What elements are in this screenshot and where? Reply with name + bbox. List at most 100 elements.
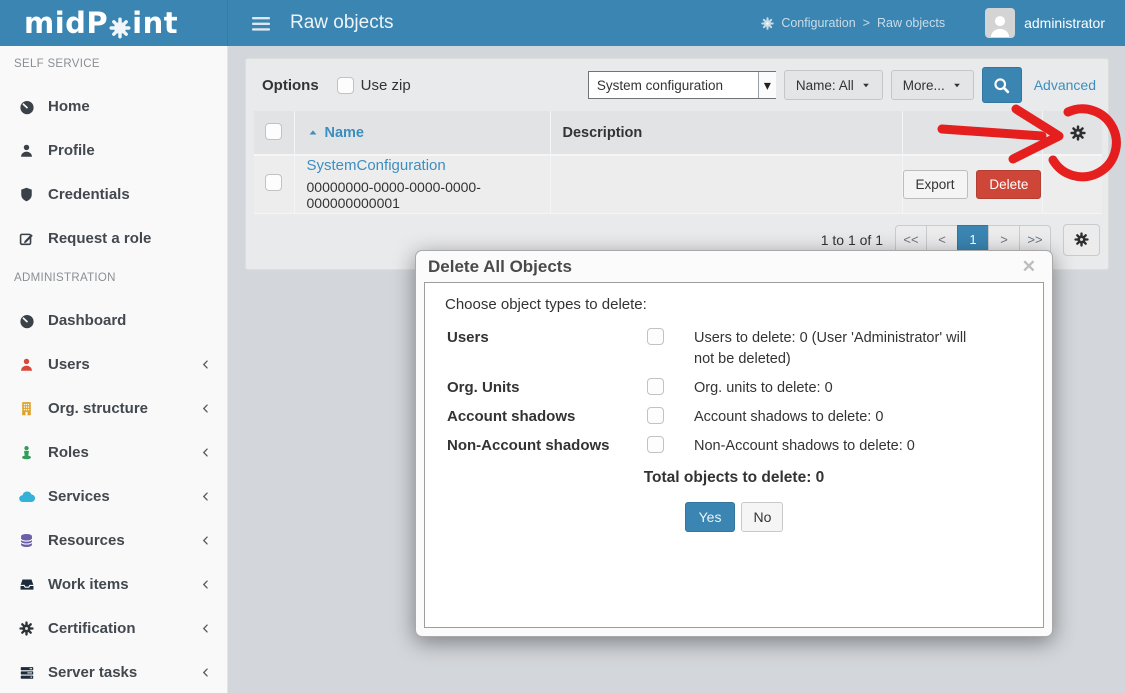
- select-all-checkbox[interactable]: [265, 123, 282, 140]
- name-header-label: Name: [325, 125, 365, 141]
- logo-gear-icon: [109, 9, 131, 43]
- delete-button[interactable]: Delete: [976, 170, 1041, 199]
- use-zip-checkbox[interactable]: [337, 77, 354, 94]
- advanced-search-link[interactable]: Advanced: [1034, 77, 1096, 93]
- sidebar-item-server-tasks[interactable]: Server tasks: [0, 650, 227, 693]
- table-settings-gear-icon[interactable]: [1070, 125, 1086, 141]
- description-column-header: Description: [550, 111, 902, 155]
- org-units-checkbox[interactable]: [647, 378, 664, 395]
- object-type-select[interactable]: System configuration: [588, 71, 776, 99]
- total-objects-text: Total objects to delete: 0: [445, 469, 1023, 487]
- sidebar-item-label: Home: [48, 98, 90, 115]
- account-shadows-checkbox[interactable]: [647, 407, 664, 424]
- avatar: [985, 8, 1015, 38]
- sidebar-item-label: Resources: [48, 532, 125, 549]
- more-filter-label: More...: [903, 78, 945, 93]
- caret-down-icon: [861, 80, 871, 90]
- non-account-shadows-label: Non-Account shadows: [447, 436, 647, 454]
- modal-content: Choose object types to delete: Users Use…: [424, 282, 1044, 628]
- sidebar-toggle-hamburger-icon[interactable]: [246, 9, 276, 37]
- sidebar-section-self-service: SELF SERVICE: [0, 46, 227, 84]
- sidebar-item-label: Profile: [48, 142, 95, 159]
- account-shadows-label: Account shadows: [447, 407, 647, 425]
- delete-row-org-units: Org. Units Org. units to delete: 0: [445, 378, 1023, 399]
- sidebar-item-credentials[interactable]: Credentials: [0, 172, 227, 216]
- sidebar-item-label: Org. structure: [48, 400, 148, 417]
- sidebar-item-services[interactable]: Services: [0, 474, 227, 518]
- more-filter-dropdown[interactable]: More...: [891, 70, 974, 100]
- sidebar-item-label: Server tasks: [48, 664, 137, 681]
- seal-icon: [18, 620, 35, 637]
- user-menu[interactable]: administrator: [985, 8, 1105, 38]
- delete-all-objects-modal: Delete All Objects ✕ Choose object types…: [415, 250, 1053, 637]
- midpoint-logo: midP int: [24, 3, 178, 43]
- building-icon: [18, 400, 35, 417]
- sidebar-item-label: Dashboard: [48, 312, 126, 329]
- sidebar-item-label: Users: [48, 356, 90, 373]
- chevron-left-icon: [200, 400, 211, 417]
- tasks-icon: [18, 664, 35, 681]
- breadcrumb-configuration[interactable]: Configuration: [781, 16, 855, 30]
- no-button[interactable]: No: [741, 502, 783, 532]
- breadcrumb-raw-objects[interactable]: Raw objects: [877, 16, 945, 30]
- chevron-left-icon: [200, 664, 211, 681]
- close-icon[interactable]: ✕: [1018, 257, 1040, 277]
- user-name: administrator: [1024, 15, 1105, 31]
- role-icon: [18, 444, 35, 461]
- options-label: Options: [262, 77, 319, 94]
- delete-row-users: Users Users to delete: 0 (User 'Administ…: [445, 328, 1023, 370]
- logo-text-post: int: [132, 6, 178, 40]
- configuration-gear-icon: [761, 17, 774, 30]
- shield-icon: [18, 186, 35, 203]
- table-row: SystemConfiguration 00000000-0000-0000-0…: [254, 155, 1102, 213]
- name-column-header[interactable]: Name: [295, 125, 550, 141]
- yes-button[interactable]: Yes: [685, 502, 736, 532]
- sort-ascending-caret-up-icon: [307, 127, 319, 139]
- sidebar-item-request-a-role[interactable]: Request a role: [0, 216, 227, 260]
- sidebar-item-dashboard[interactable]: Dashboard: [0, 298, 227, 342]
- export-button[interactable]: Export: [903, 170, 968, 199]
- sidebar-section-administration: ADMINISTRATION: [0, 260, 227, 298]
- sidebar-item-certification[interactable]: Certification: [0, 606, 227, 650]
- account-shadows-count-text: Account shadows to delete: 0: [694, 407, 986, 428]
- breadcrumb: Configuration > Raw objects: [761, 16, 945, 30]
- logo-text-pre: midP: [24, 6, 108, 40]
- chevron-left-icon: [200, 576, 211, 593]
- object-name-link[interactable]: SystemConfiguration: [307, 157, 550, 174]
- sidebar-item-work-items[interactable]: Work items: [0, 562, 227, 606]
- sidebar-item-label: Work items: [48, 576, 129, 593]
- raw-objects-panel: Options Use zip System configuration ▾ N…: [245, 58, 1109, 270]
- search-toolbar: System configuration ▾ Name: All More...…: [588, 67, 1096, 103]
- delete-row-account-shadows: Account shadows Account shadows to delet…: [445, 407, 1023, 428]
- users-checkbox[interactable]: [647, 328, 664, 345]
- sidebar-item-label: Certification: [48, 620, 136, 637]
- top-navbar: midP int Raw objects Configuration > Raw …: [0, 0, 1125, 46]
- sidebar-item-org-structure[interactable]: Org. structure: [0, 386, 227, 430]
- sidebar-item-roles[interactable]: Roles: [0, 430, 227, 474]
- chevron-left-icon: [200, 620, 211, 637]
- user-icon: [18, 142, 35, 159]
- caret-down-icon: [952, 80, 962, 90]
- options-row: Options Use zip System configuration ▾ N…: [246, 59, 1108, 111]
- modal-titlebar[interactable]: Delete All Objects ✕: [424, 251, 1044, 282]
- users-count-text: Users to delete: 0 (User 'Administrator'…: [694, 328, 986, 370]
- inbox-icon: [18, 576, 35, 593]
- row-checkbox[interactable]: [265, 174, 282, 191]
- search-button[interactable]: [982, 67, 1022, 103]
- name-filter-dropdown[interactable]: Name: All: [784, 70, 883, 100]
- logo-area[interactable]: midP int: [0, 0, 228, 46]
- users-label: Users: [447, 328, 647, 346]
- non-account-shadows-checkbox[interactable]: [647, 436, 664, 453]
- paging-settings-button[interactable]: [1063, 224, 1100, 256]
- gauge-icon: [18, 97, 35, 114]
- delete-row-non-account-shadows: Non-Account shadows Non-Account shadows …: [445, 436, 1023, 457]
- chevron-left-icon: [200, 444, 211, 461]
- sidebar-item-home[interactable]: Home: [0, 84, 227, 128]
- non-account-shadows-count-text: Non-Account shadows to delete: 0: [694, 436, 986, 457]
- page-title: Raw objects: [290, 12, 394, 34]
- sidebar-item-users[interactable]: Users: [0, 342, 227, 386]
- sidebar-item-label: Services: [48, 488, 110, 505]
- sidebar-item-resources[interactable]: Resources: [0, 518, 227, 562]
- sidebar-item-profile[interactable]: Profile: [0, 128, 227, 172]
- object-description-cell: [550, 155, 902, 213]
